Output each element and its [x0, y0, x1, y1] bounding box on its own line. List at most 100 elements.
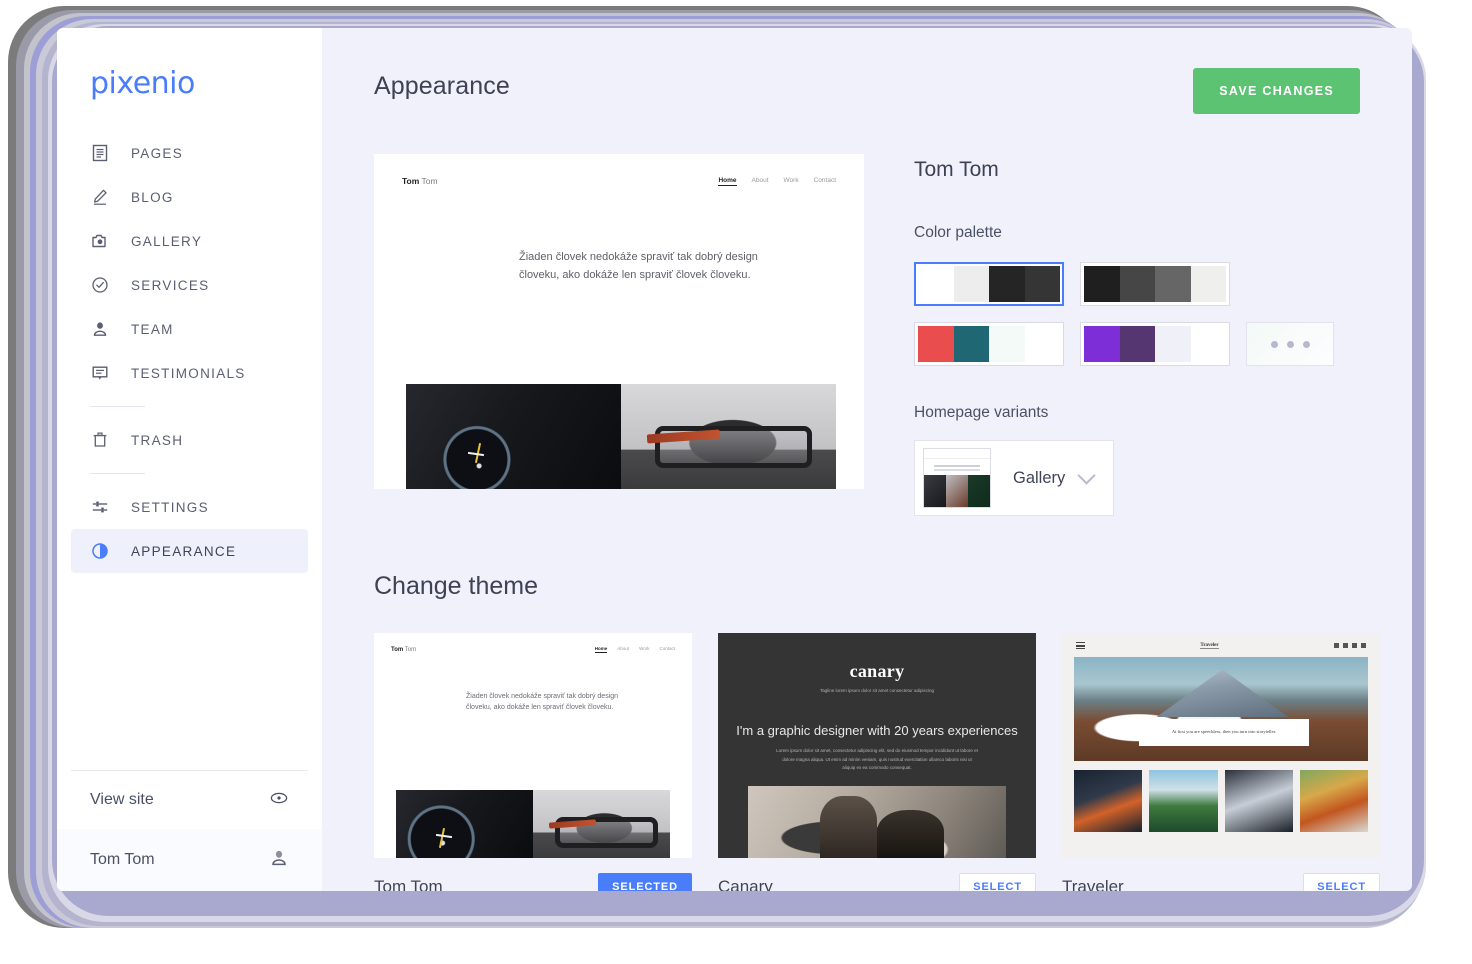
homepage-variant-select[interactable]: Gallery: [914, 440, 1114, 516]
theme-preview-paragraph: Lorem ipsum dolor sit amet, consectetur …: [776, 748, 978, 771]
theme-thumbnail: Traveler At first you are speechless, th…: [1062, 633, 1380, 858]
gallery-photo: [1224, 770, 1293, 832]
more-palettes-button[interactable]: [1246, 322, 1334, 366]
page-header: Appearance SAVE CHANGES: [374, 68, 1360, 114]
theme-preview-quote: Žiaden človek nedokáže spraviť tak dobrý…: [466, 693, 619, 712]
theme-preview-images: [396, 790, 670, 858]
sidebar-item-settings[interactable]: SETTINGS: [71, 485, 308, 529]
palette-swatch: [953, 266, 989, 302]
color-palette-list: [914, 262, 1334, 366]
preview-brand-rest: Tom: [419, 176, 438, 186]
preview-nav-item: Contact: [813, 176, 836, 184]
theme-preview-nav-item: Contact: [659, 646, 675, 651]
preview-quote: Žiaden človek nedokáže spraviť tak dobrý…: [519, 251, 758, 282]
sidebar-item-team[interactable]: TEAM: [71, 307, 308, 351]
app-window: pixenio PAGES BLOG GALLERY SERVICES TEAM…: [57, 28, 1412, 891]
theme-preview-tagline: Tagline lorem ipsum dolor sit amet conse…: [819, 688, 935, 693]
palette-swatch: [1155, 326, 1191, 362]
page-title: Appearance: [374, 72, 510, 100]
trash-icon: [90, 430, 110, 450]
sidebar-item-testimonials[interactable]: TESTIMONIALS: [71, 351, 308, 395]
sidebar-item-gallery[interactable]: GALLERY: [71, 219, 308, 263]
theme-preview-nav-item: Home: [594, 646, 608, 653]
glasses-photo: [533, 790, 670, 858]
sidebar-item-blog[interactable]: BLOG: [71, 175, 308, 219]
theme-name: Canary: [718, 877, 773, 891]
theme-preview-topbar: Tom Tom Home About Work Contact: [374, 633, 692, 653]
sidebar-item-label: APPEARANCE: [131, 543, 237, 559]
chevron-down-icon[interactable]: [1077, 465, 1096, 485]
theme-thumbnail: canary Tagline lorem ipsum dolor sit ame…: [718, 633, 1036, 858]
theme-select-button[interactable]: SELECT: [959, 873, 1036, 891]
gallery-photo: [1299, 770, 1368, 832]
glasses-photo: [621, 384, 836, 489]
ellipsis-icon: [1270, 340, 1278, 348]
palette-swatch: [1190, 266, 1226, 302]
person-icon: [90, 319, 110, 339]
mountain-peak: [1156, 669, 1289, 718]
site-name: Tom Tom: [914, 158, 999, 181]
sidebar-item-label: PAGES: [131, 145, 184, 161]
eye-icon: [269, 788, 289, 813]
sidebar: pixenio PAGES BLOG GALLERY SERVICES TEAM…: [57, 28, 322, 891]
brand-logo[interactable]: pixenio: [90, 66, 322, 101]
change-theme-title: Change theme: [374, 572, 539, 600]
mail-icon: [1351, 643, 1357, 648]
palette-option[interactable]: [914, 262, 1064, 306]
theme-selected-button[interactable]: SELECTED: [598, 873, 692, 891]
palette-option[interactable]: [1080, 262, 1230, 306]
palette-swatch: [1119, 266, 1155, 302]
mountain-photo: At first you are speechless, then you tu…: [1074, 657, 1368, 761]
sidebar-item-label: TEAM: [131, 321, 174, 337]
palette-swatch: [918, 266, 954, 302]
variant-thumb-header: [924, 449, 990, 459]
sidebar-item-trash[interactable]: TRASH: [71, 418, 308, 462]
theme-select-button[interactable]: SELECT: [1303, 873, 1380, 891]
sidebar-item-label: BLOG: [131, 189, 174, 205]
pencil-icon: [90, 187, 110, 207]
palette-swatch: [1119, 326, 1155, 362]
preview-nav-item: About: [751, 176, 769, 184]
preview-brand-bold: Tom: [402, 176, 420, 186]
sidebar-item-label: SETTINGS: [131, 499, 209, 515]
sliders-icon: [90, 497, 110, 517]
facebook-icon: [1333, 643, 1339, 648]
camera-icon: [90, 231, 110, 251]
variant-thumb-images: [924, 475, 990, 507]
theme-card-canary[interactable]: canary Tagline lorem ipsum dolor sit ame…: [718, 633, 1036, 891]
couple-photo: [748, 786, 1006, 858]
palette-option[interactable]: [914, 322, 1064, 366]
preview-nav-item: Home: [718, 176, 737, 186]
theme-preview-brand-rest: Tom: [403, 646, 417, 653]
view-site-button[interactable]: View site: [57, 771, 322, 829]
theme-preview-quote: At first you are speechless, then you tu…: [1138, 719, 1310, 746]
theme-card-tom-tom[interactable]: Tom Tom Home About Work Contact Žiaden č…: [374, 633, 692, 891]
hamburger-icon: [1076, 642, 1085, 649]
twitter-icon: [1342, 643, 1348, 648]
variant-thumb-image: [968, 475, 990, 507]
palette-option[interactable]: [1080, 322, 1230, 366]
sidebar-item-services[interactable]: SERVICES: [71, 263, 308, 307]
sidebar-item-appearance[interactable]: APPEARANCE: [71, 529, 308, 573]
palette-swatch: [953, 326, 989, 362]
theme-preview-nav-item: Work: [639, 646, 650, 651]
sidebar-item-pages[interactable]: PAGES: [71, 131, 308, 175]
variant-thumbnail: [923, 448, 991, 508]
palette-swatch: [1084, 266, 1120, 302]
sidebar-nav: PAGES BLOG GALLERY SERVICES TEAM TESTIMO…: [57, 131, 322, 573]
preview-brand: Tom Tom: [402, 176, 438, 186]
palette-swatch: [918, 326, 954, 362]
theme-card-traveler[interactable]: Traveler At first you are speechless, th…: [1062, 633, 1380, 891]
save-changes-button[interactable]: SAVE CHANGES: [1193, 68, 1360, 114]
sidebar-item-label: GALLERY: [131, 233, 203, 249]
search-icon: [1360, 643, 1366, 648]
check-circle-icon: [90, 275, 110, 295]
pages-icon: [90, 143, 110, 163]
variant-thumb-image: [946, 475, 968, 507]
site-preview[interactable]: Tom Tom Home About Work Contact Žiaden č…: [374, 154, 864, 489]
variant-thumb-image: [924, 475, 946, 507]
user-account-row[interactable]: Tom Tom: [57, 829, 322, 891]
palette-swatch: [989, 266, 1025, 302]
palette-swatch: [1024, 266, 1060, 302]
